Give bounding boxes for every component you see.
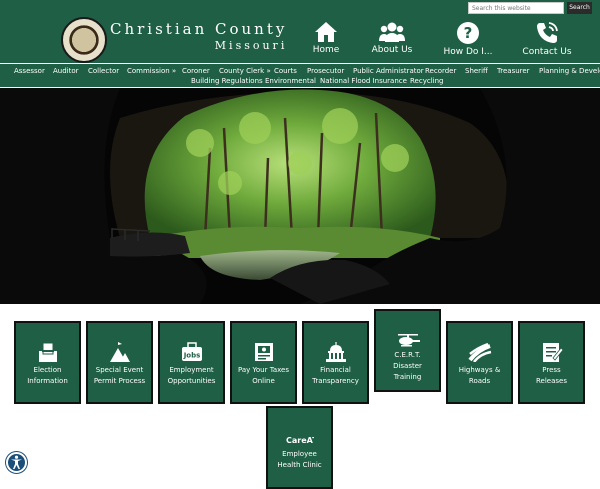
tax-bill-icon [254, 343, 273, 361]
menu-item-planning-development[interactable]: Planning & Development [539, 66, 600, 76]
home-icon [315, 22, 337, 42]
menu-item-recycling[interactable]: Recycling [410, 76, 443, 86]
menu-item-courts[interactable]: Courts [274, 66, 297, 76]
menu-item-recorder[interactable]: Recorder [425, 66, 456, 76]
phone-icon [537, 22, 558, 43]
menu-item-auditor[interactable]: Auditor [53, 66, 79, 76]
menu-item-prosecutor[interactable]: Prosecutor [307, 66, 344, 76]
nav-how-do-i[interactable]: ? How Do I... [438, 21, 498, 61]
site-header: Christian County Missouri Home About Us … [0, 16, 600, 63]
nav-contact-us-label: Contact Us [522, 47, 572, 57]
highway-icon [467, 342, 491, 362]
menu-item-collector[interactable]: Collector [88, 66, 119, 76]
menu-item-commission[interactable]: Commission » [127, 66, 176, 76]
tile-financial-transparency[interactable]: Financial Transparency [302, 321, 369, 404]
menu-item-sheriff[interactable]: Sheriff [465, 66, 488, 76]
nav-how-do-i-label: How Do I... [443, 47, 493, 57]
nav-contact-us[interactable]: Contact Us [516, 21, 578, 61]
tile-employee-health-clinic[interactable]: CareATC EmployeeHealth Clinic [266, 406, 333, 489]
tile-press-releases[interactable]: Press Releases [518, 321, 585, 404]
menu-item-assessor[interactable]: Assessor [14, 66, 45, 76]
hero-cave-photo [0, 88, 600, 304]
tile-label: Financial Transparency [312, 366, 359, 385]
tile-label: Pay Your Taxes Online [237, 366, 290, 385]
careatc-logo-icon: CareATC [286, 436, 314, 445]
tile-election-information[interactable]: Election Information [14, 321, 81, 404]
tile-label: Employment Opportunities [167, 366, 216, 385]
search-input[interactable] [468, 2, 564, 14]
nav-about-us-label: About Us [371, 45, 413, 55]
site-name-line2: Missouri [214, 39, 288, 52]
tile-highways-roads[interactable]: Highways & Roads [446, 321, 513, 404]
department-menu: Assessor Auditor Collector Commission » … [0, 64, 600, 87]
nav-home[interactable]: Home [302, 21, 350, 61]
menu-item-public-administrator[interactable]: Public Administrator [353, 66, 424, 76]
tile-label: Election Information [27, 366, 68, 385]
tents-icon [109, 342, 130, 362]
menu-item-county-clerk[interactable]: County Clerk » [219, 66, 271, 76]
nav-home-label: Home [312, 45, 340, 55]
people-icon [379, 22, 405, 42]
accessibility-icon [11, 455, 22, 469]
nav-about-us[interactable]: About Us [364, 21, 420, 61]
top-bar: Search [0, 0, 600, 16]
tile-label: Press Releases [536, 366, 567, 385]
tile-label: Employee Health Clinic [277, 450, 322, 469]
tile-label: Highways & Roads [458, 366, 501, 385]
menu-item-environmental[interactable]: Environmental [265, 76, 316, 86]
svg-text:?: ? [464, 24, 473, 42]
accessibility-button[interactable] [6, 452, 27, 473]
ballot-box-icon [38, 342, 57, 362]
site-name-line1: Christian County [110, 20, 288, 38]
jobs-icon: Jobs [181, 342, 202, 361]
menu-item-national-flood-insurance[interactable]: National Flood Insurance [320, 76, 407, 86]
tile-employment-opportunities[interactable]: Jobs Employment Opportunities [158, 321, 225, 404]
tile-special-event-permit-process[interactable]: Special Event Permit Process [86, 321, 153, 404]
menu-item-treasurer[interactable]: Treasurer [497, 66, 530, 76]
county-seal-logo[interactable] [61, 17, 107, 63]
hero-illustration [0, 88, 600, 304]
tile-pay-your-taxes-online[interactable]: Pay Your Taxes Online [230, 321, 297, 404]
press-release-icon [542, 343, 563, 362]
tile-label: C.E.R.T. Disaster Training [393, 351, 422, 381]
tile-cert-disaster-training[interactable]: C.E.R.T. Disaster Training [374, 309, 441, 392]
search-button[interactable]: Search [567, 2, 592, 14]
menu-item-building-regulations[interactable]: Building Regulations [191, 76, 263, 86]
helicopter-icon [397, 334, 420, 347]
menu-item-coroner[interactable]: Coroner [182, 66, 210, 76]
svg-text:CareATC: CareATC [286, 436, 314, 445]
question-icon: ? [457, 22, 479, 44]
svg-text:Jobs: Jobs [182, 352, 200, 360]
site-logo[interactable]: Christian County Missouri [110, 20, 288, 53]
capitol-icon [325, 342, 346, 362]
tile-label: Special Event Permit Process [93, 366, 146, 385]
